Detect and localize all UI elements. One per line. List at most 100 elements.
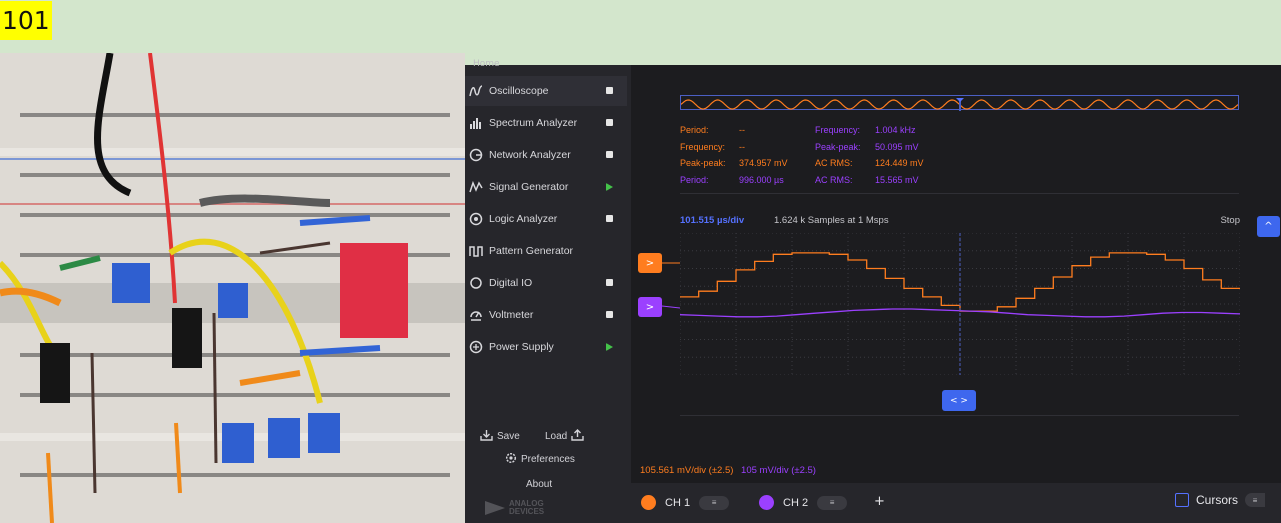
screen: 101 Home Oscilloscope Spectrum Analyzer … <box>0 0 1281 523</box>
measurement-row: Period: 996.000 µs AC RMS: 15.565 mV <box>680 175 1280 188</box>
channel-bar: CH 1 ≡ CH 2 ≡ + Cursors ≡ <box>631 483 1281 523</box>
time-per-div[interactable]: 101.515 µs/div <box>680 215 744 226</box>
ch2-label: CH 2 <box>783 496 809 509</box>
time-position-handle[interactable]: < > <box>942 390 976 411</box>
power-supply-icon <box>467 338 485 356</box>
oscilloscope-main: Period: -- Frequency: 1.004 kHz Frequenc… <box>631 65 1281 523</box>
measurement-row: Period: -- Frequency: 1.004 kHz <box>680 125 1280 138</box>
measurement-row: Frequency: -- Peak-peak: 50.095 mV <box>680 142 1280 155</box>
sidebar-item-digital-io[interactable]: Digital IO <box>465 268 627 298</box>
about-label: About <box>526 479 553 490</box>
digital-io-icon <box>467 274 485 292</box>
ch1-rms-label: AC RMS: <box>815 158 853 168</box>
spectrum-icon <box>467 114 485 132</box>
sidebar-item-label: Voltmeter <box>489 309 534 321</box>
ch2-volts-per-div[interactable]: 105 mV/div (±2.5) <box>741 465 816 476</box>
load-button[interactable]: Load <box>545 429 584 444</box>
frame-number-label: 101 <box>0 1 52 40</box>
sidebar-item-label: Power Supply <box>489 341 554 353</box>
ch1-color-dot <box>641 495 656 510</box>
sample-info: 1.624 k Samples at 1 Msps <box>774 215 889 226</box>
cursors-toggle[interactable]: Cursors ≡ <box>1175 493 1266 507</box>
sidebar-item-network-analyzer[interactable]: Network Analyzer <box>465 140 627 170</box>
ch2-frequency-label: Frequency: <box>815 125 861 135</box>
play-icon[interactable] <box>606 343 613 351</box>
ch1-peak-label: Peak-peak: <box>680 158 726 168</box>
volts-per-div-readout: 105.561 mV/div (±2.5) 105 mV/div (±2.5) <box>640 465 816 476</box>
handle-connectors <box>662 262 680 309</box>
ch1-settings-icon[interactable]: ≡ <box>699 495 730 510</box>
measurement-row: Peak-peak: 374.957 mV AC RMS: 124.449 mV <box>680 158 1280 171</box>
analog-devices-logo-icon <box>485 501 505 515</box>
cursors-label: Cursors <box>1196 493 1239 507</box>
signal-overview-strip[interactable] <box>680 95 1239 111</box>
ch1-button[interactable]: CH 1 ≡ <box>641 495 730 510</box>
sidebar-item-voltmeter[interactable]: Voltmeter <box>465 300 627 330</box>
sidebar-item-spectrum-analyzer[interactable]: Spectrum Analyzer <box>465 108 627 138</box>
ch2-settings-icon[interactable]: ≡ <box>817 495 848 510</box>
sidebar-item-home[interactable]: Home <box>473 59 533 69</box>
sidebar-item-label: Signal Generator <box>489 181 569 193</box>
save-label: Save <box>497 431 520 442</box>
ch2-rms-label: AC RMS: <box>815 175 853 185</box>
add-channel-button[interactable]: + <box>874 494 885 509</box>
ch2-offset-handle[interactable]: > <box>638 297 662 317</box>
analog-devices-logo: ANALOG DEVICES <box>485 500 544 516</box>
ch2-period-label: Period: <box>680 175 709 185</box>
ch2-peak-value: 50.095 mV <box>875 142 919 152</box>
sidebar-item-label: Pattern Generator <box>489 245 574 257</box>
preferences-label: Preferences <box>521 454 575 465</box>
ch1-peak-value: 374.957 mV <box>739 158 788 168</box>
play-icon[interactable] <box>606 183 613 191</box>
scope-plot-canvas <box>679 232 1241 376</box>
sidebar-item-signal-generator[interactable]: Signal Generator <box>465 172 627 202</box>
overview-wave <box>680 98 1239 111</box>
stop-icon[interactable] <box>606 87 613 94</box>
stop-icon[interactable] <box>606 215 613 222</box>
network-icon <box>467 146 485 164</box>
ch1-period-label: Period: <box>680 125 709 135</box>
ch2-peak-label: Peak-peak: <box>815 142 861 152</box>
ch1-frequency-label: Frequency: <box>680 142 726 152</box>
save-icon <box>480 429 493 444</box>
breadboard-photo <box>0 53 465 523</box>
ch2-frequency-value: 1.004 kHz <box>875 125 916 135</box>
about-button[interactable]: About <box>526 479 552 490</box>
stop-icon[interactable] <box>606 119 613 126</box>
ch1-volts-per-div[interactable]: 105.561 mV/div (±2.5) <box>640 465 733 476</box>
logic-analyzer-icon <box>467 210 485 228</box>
sidebar-item-power-supply[interactable]: Power Supply <box>465 332 627 362</box>
sidebar-item-logic-analyzer[interactable]: Logic Analyzer <box>465 204 627 234</box>
stop-icon[interactable] <box>606 151 613 158</box>
logo-line-2: DEVICES <box>509 507 545 516</box>
sidebar-item-label: Digital IO <box>489 277 533 289</box>
scroll-up-button[interactable]: ^ <box>1257 216 1280 237</box>
pattern-generator-icon <box>467 242 485 260</box>
scope-plot[interactable] <box>679 232 1241 376</box>
voltmeter-icon <box>467 306 485 324</box>
save-button[interactable]: Save <box>480 429 520 444</box>
ch1-period-value: -- <box>739 125 745 135</box>
preferences-button[interactable]: Preferences <box>505 452 575 467</box>
breadboard-circuit-photo-icon <box>0 53 465 523</box>
oscilloscope-icon <box>467 82 485 100</box>
logo-text: ANALOG DEVICES <box>509 500 544 516</box>
sidebar-item-pattern-generator[interactable]: Pattern Generator <box>465 236 627 266</box>
ch1-frequency-value: -- <box>739 142 745 152</box>
ch2-button[interactable]: CH 2 ≡ <box>759 495 848 510</box>
ch1-offset-handle[interactable]: > <box>638 253 662 273</box>
stop-icon[interactable] <box>606 279 613 286</box>
stop-icon[interactable] <box>606 311 613 318</box>
cursors-settings-icon[interactable]: ≡ <box>1245 493 1266 507</box>
divider <box>680 193 1239 194</box>
ch2-rms-value: 15.565 mV <box>875 175 919 185</box>
sidebar-item-oscilloscope[interactable]: Oscilloscope <box>465 76 627 106</box>
sidebar: Home Oscilloscope Spectrum Analyzer Netw… <box>465 59 631 523</box>
load-icon <box>571 429 584 444</box>
gear-icon <box>505 452 517 467</box>
sidebar-item-label: Oscilloscope <box>489 85 549 97</box>
sidebar-item-label: Logic Analyzer <box>489 213 558 225</box>
header-strip <box>0 0 1281 53</box>
chevron-up-icon: ^ <box>1264 221 1273 232</box>
cursors-checkbox[interactable] <box>1175 493 1189 507</box>
